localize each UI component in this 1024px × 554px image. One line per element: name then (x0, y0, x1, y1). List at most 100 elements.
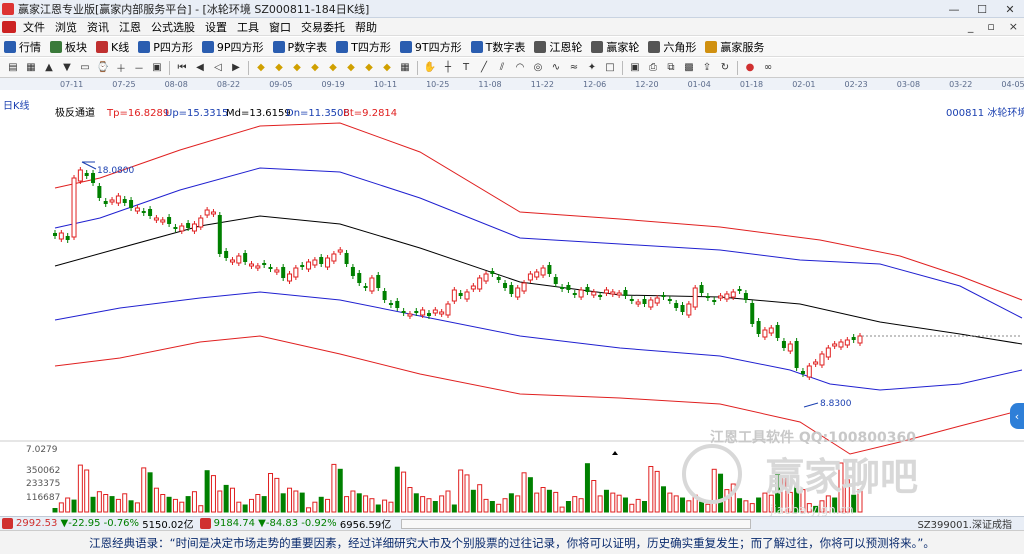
maximize-button[interactable]: ☐ (968, 0, 996, 18)
first-icon[interactable]: ⏮ (175, 61, 189, 75)
date-tick: 07-25 (112, 80, 135, 89)
menu-browse[interactable]: 浏览 (50, 19, 82, 35)
sh-index[interactable]: 2992.53 ▼-22.95 -0.76% 5150.02亿 (0, 516, 194, 531)
zoom-out-icon[interactable]: － (132, 61, 146, 75)
volume-bar (673, 495, 679, 513)
print-icon[interactable]: ⎙ (646, 61, 660, 75)
back-icon[interactable]: ◁ (211, 61, 225, 75)
chart-area[interactable]: 07-11 07-25 08-08 08-22 09-05 09-19 10-11 10-25… (0, 78, 1024, 517)
window-controls: — ☐ ✕ (940, 0, 1024, 18)
diamond-7-icon[interactable]: ◆ (362, 61, 376, 75)
calendar-icon[interactable]: ▦ (24, 61, 38, 75)
candle-body (819, 353, 825, 366)
close-button[interactable]: ✕ (996, 0, 1024, 18)
copy-icon[interactable]: ⧉ (664, 61, 678, 75)
ruler-icon[interactable]: ▭ (78, 61, 92, 75)
diamond-3-icon[interactable]: ◆ (290, 61, 304, 75)
toolbar-item-square-9p[interactable]: 9P四方形 (198, 39, 269, 55)
wave-icon[interactable]: ≈ (567, 61, 581, 75)
color-icon[interactable]: ● (743, 61, 757, 75)
volume-bar (369, 498, 375, 513)
candle-body (540, 267, 546, 276)
menu-gann[interactable]: 江恩 (114, 19, 146, 35)
refresh-icon[interactable]: ↻ (718, 61, 732, 75)
toolbar-item-winner-wheel[interactable]: 赢家轮 (587, 39, 644, 55)
cycle-icon[interactable]: ◎ (531, 61, 545, 75)
toolbar-item-sector[interactable]: 板块 (46, 39, 92, 55)
candle-body (293, 267, 299, 278)
arc-icon[interactable]: ◠ (513, 61, 527, 75)
up-icon[interactable]: ▲ (42, 61, 56, 75)
toolbar-item-square-9t[interactable]: 9T四方形 (396, 39, 467, 55)
menu-trade[interactable]: 交易委托 (296, 19, 350, 35)
fit-icon[interactable]: ▣ (150, 61, 164, 75)
candle-body (458, 293, 463, 296)
menu-settings[interactable]: 设置 (200, 19, 232, 35)
box-icon[interactable]: □ (603, 61, 617, 75)
link-icon[interactable]: ∞ (761, 61, 775, 75)
toolbar-item-kline[interactable]: K线 (92, 39, 134, 55)
volume-bar (388, 501, 394, 513)
export-icon[interactable]: ⇪ (700, 61, 714, 75)
screen-icon[interactable]: ▩ (682, 61, 696, 75)
hand-icon[interactable]: ✋ (423, 61, 437, 75)
prev-icon[interactable]: ◀ (193, 61, 207, 75)
sz-index[interactable]: 9184.74 ▼-84.83 -0.92% 6956.59亿 (198, 516, 391, 531)
toolbar-item-square-p[interactable]: P四方形 (134, 39, 198, 55)
menu-window[interactable]: 窗口 (264, 19, 296, 35)
diamond-1-icon[interactable]: ◆ (254, 61, 268, 75)
candle-body (382, 291, 387, 300)
title-bar: 赢家江恩专业版[赢家内部服务平台] - [冰轮环境 SZ000811-184日K… (0, 0, 1024, 18)
candle-body (255, 265, 261, 269)
line-icon[interactable]: ╱ (477, 61, 491, 75)
menu-info[interactable]: 资讯 (82, 19, 114, 35)
volume-bar (705, 503, 711, 513)
menu-formula[interactable]: 公式选股 (146, 19, 200, 35)
gann-fan-icon[interactable]: ✦ (585, 61, 599, 75)
volume-bar (204, 470, 210, 513)
volume-bar (483, 498, 489, 513)
kline-chart[interactable]: 07-11 07-25 08-08 08-22 09-05 09-19 10-11 10-25… (0, 78, 1024, 517)
period-icon[interactable]: ⌚ (96, 61, 110, 75)
toolbar-item-number-table-p[interactable]: P数字表 (269, 39, 333, 55)
text-icon[interactable]: T (459, 61, 473, 75)
save-icon[interactable]: ▣ (628, 61, 642, 75)
menu-tools[interactable]: 工具 (232, 19, 264, 35)
cross-icon[interactable]: ┼ (441, 61, 455, 75)
chart-type-icon[interactable]: ▤ (6, 61, 20, 75)
volume-bar (540, 487, 546, 513)
candle-body (477, 277, 483, 290)
candle-body (115, 195, 121, 204)
zoom-in-icon[interactable]: ＋ (114, 61, 128, 75)
mdi-minimize-button[interactable]: _ (968, 18, 974, 36)
diamond-6-icon[interactable]: ◆ (344, 61, 358, 75)
candle-body (712, 300, 717, 302)
channel-icon[interactable]: ⫽ (495, 61, 509, 75)
diamond-4-icon[interactable]: ◆ (308, 61, 322, 75)
toolbar-item-square-t[interactable]: T四方形 (332, 39, 396, 55)
volume-bar (584, 463, 590, 513)
mdi-close-button[interactable]: × (1009, 18, 1018, 36)
toolbar-item-gann-wheel[interactable]: 江恩轮 (530, 39, 587, 55)
forward-icon[interactable]: ▶ (229, 61, 243, 75)
down-icon[interactable]: ▼ (60, 61, 74, 75)
side-expand-button[interactable]: ‹ (1010, 403, 1024, 429)
diamond-8-icon[interactable]: ◆ (380, 61, 394, 75)
volume-bar (229, 487, 235, 513)
diamond-5-icon[interactable]: ◆ (326, 61, 340, 75)
menu-help[interactable]: 帮助 (350, 19, 382, 35)
mdi-restore-button[interactable]: ▫ (987, 18, 994, 36)
toolbar-item-quote[interactable]: 行情 (0, 39, 46, 55)
volume-bar (293, 490, 299, 513)
toolbar-item-hexagon[interactable]: 六角形 (644, 39, 701, 55)
menu-file[interactable]: 文件 (18, 19, 50, 35)
minimize-button[interactable]: — (940, 0, 968, 18)
toolbar-item-number-table-t[interactable]: T数字表 (467, 39, 531, 55)
indicator-bt: Bt=9.2814 (343, 108, 397, 119)
diamond-2-icon[interactable]: ◆ (272, 61, 286, 75)
status-scrollbar[interactable] (401, 518, 752, 529)
toolbar-item-service[interactable]: 赢家服务 (701, 39, 769, 55)
volume-bar (103, 494, 109, 513)
grid-icon[interactable]: ▦ (398, 61, 412, 75)
fib-icon[interactable]: ∿ (549, 61, 563, 75)
